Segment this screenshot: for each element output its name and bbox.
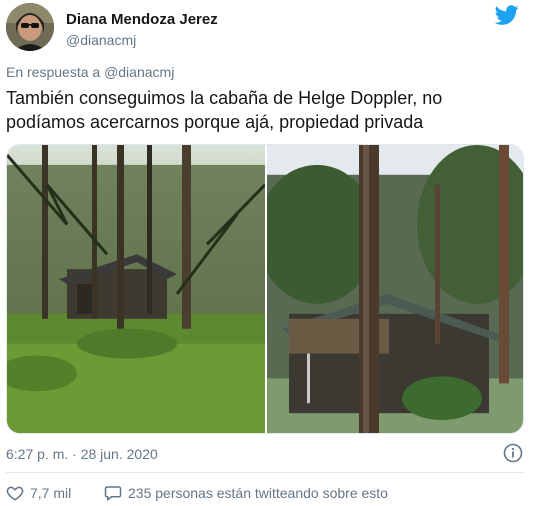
speech-bubble-icon bbox=[104, 486, 122, 501]
tweet-media bbox=[6, 144, 524, 434]
like-button[interactable]: 7,7 mil bbox=[6, 484, 71, 502]
author-handle[interactable]: @dianacmj bbox=[66, 31, 136, 49]
forest-cabin-photo-left[interactable] bbox=[7, 145, 265, 433]
twitter-bird-icon[interactable] bbox=[494, 3, 519, 27]
conversation-text: 235 personas están twitteando sobre esto bbox=[128, 485, 388, 501]
reply-mention-link[interactable]: @dianacmj bbox=[104, 64, 174, 80]
heart-icon bbox=[6, 486, 24, 501]
avatar[interactable] bbox=[6, 3, 54, 51]
conversation-link[interactable]: 235 personas están twitteando sobre esto bbox=[104, 484, 388, 502]
tweet-text: También conseguimos la cabaña de Helge D… bbox=[6, 88, 443, 132]
reply-context: En respuesta a @dianacmj bbox=[6, 63, 174, 81]
reply-prefix: En respuesta a bbox=[6, 64, 101, 80]
info-icon[interactable] bbox=[503, 443, 523, 463]
divider bbox=[6, 472, 524, 473]
tweet-timestamp[interactable]: 6:27 p. m. · 28 jun. 2020 bbox=[6, 445, 158, 463]
tweet-header: Diana Mendoza Jerez @dianacmj bbox=[6, 3, 527, 53]
author-name[interactable]: Diana Mendoza Jerez bbox=[66, 11, 218, 29]
forest-cabin-photo-right[interactable] bbox=[267, 145, 524, 433]
like-count: 7,7 mil bbox=[30, 485, 72, 501]
